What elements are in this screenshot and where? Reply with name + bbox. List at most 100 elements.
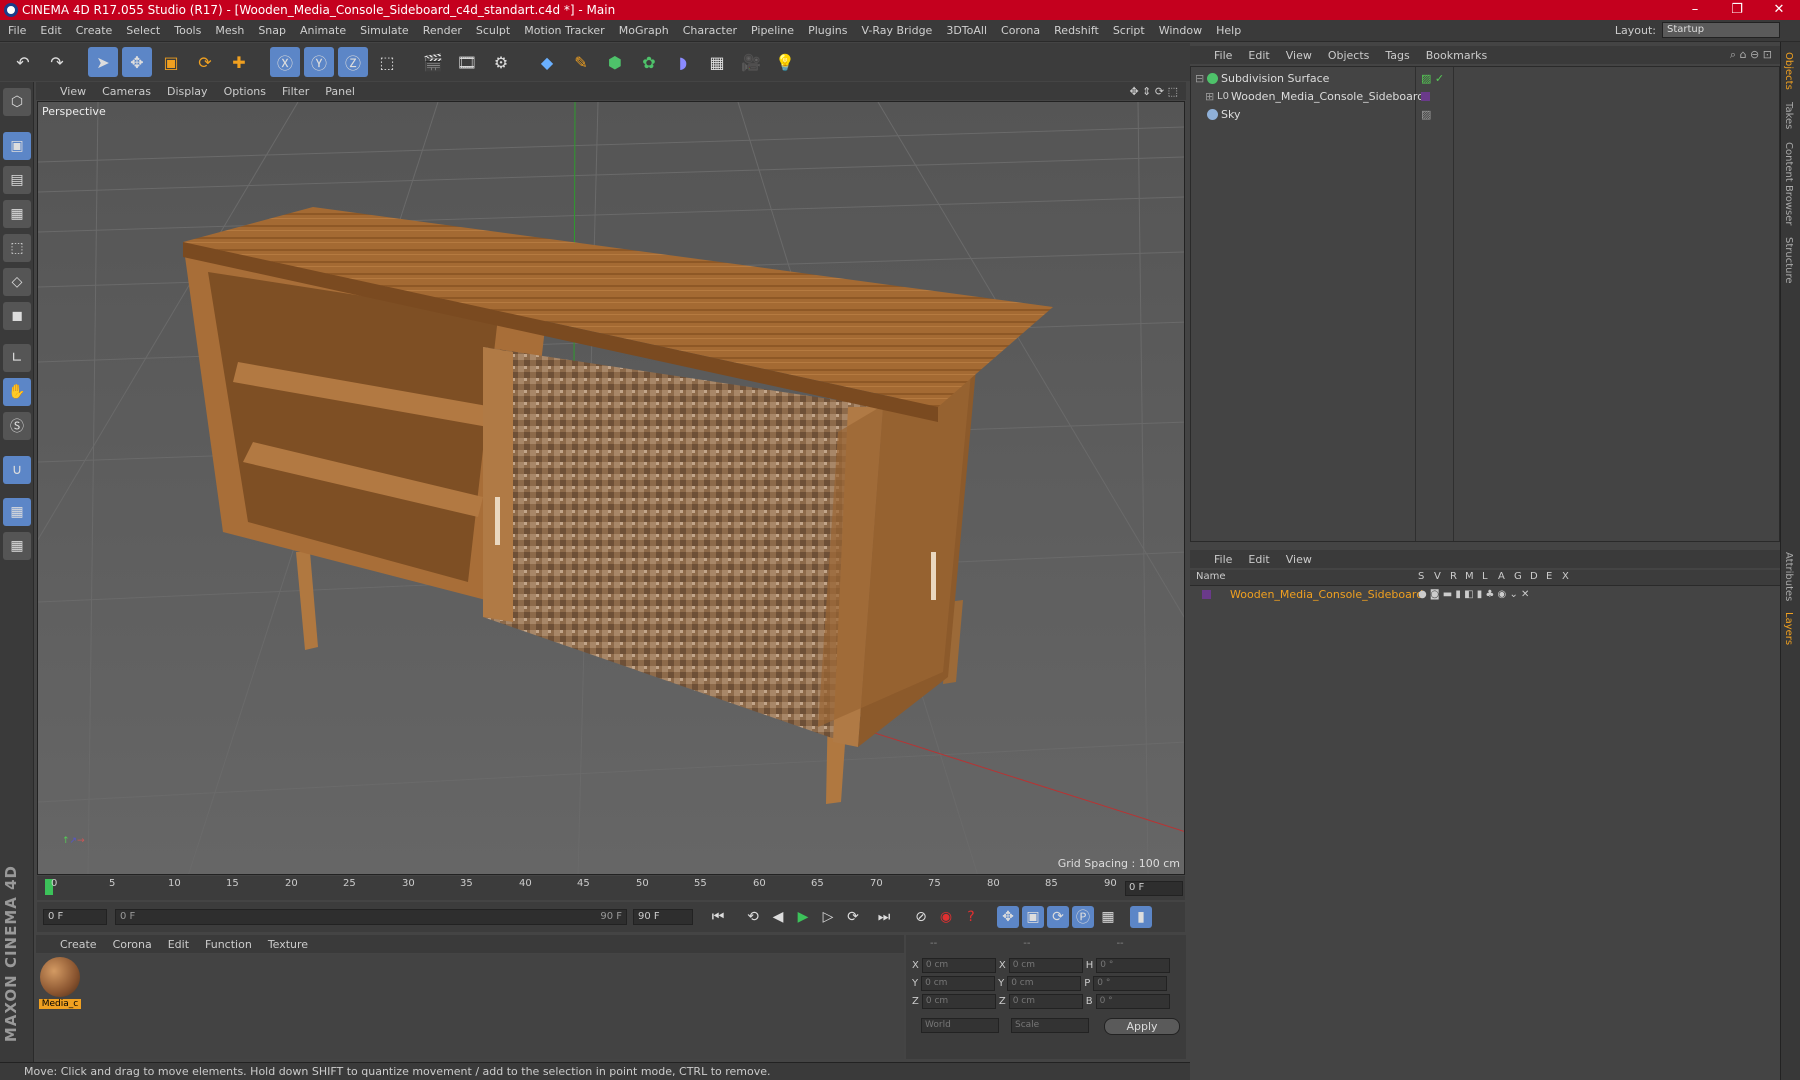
menu-mograph[interactable]: MoGraph (619, 24, 669, 37)
render-view-icon[interactable]: 🎬 (418, 47, 448, 77)
previous-key-icon[interactable]: ⟲ (742, 906, 764, 928)
object-menu-bookmarks[interactable]: Bookmarks (1426, 49, 1487, 62)
material-menu-corona[interactable]: Corona (113, 938, 152, 951)
menu-redshift[interactable]: Redshift (1054, 24, 1099, 37)
size-y-field[interactable]: 0 cm (1007, 976, 1082, 991)
scale-tool-icon[interactable]: ▣ (156, 47, 186, 77)
menu-sculpt[interactable]: Sculpt (476, 24, 510, 37)
next-frame-icon[interactable]: ▷ (817, 906, 839, 928)
key-position-icon[interactable]: ✥ (997, 906, 1019, 928)
menu-script[interactable]: Script (1113, 24, 1145, 37)
tag-icon[interactable]: ▨ (1421, 106, 1431, 123)
play-icon[interactable]: ▶ (792, 906, 814, 928)
render-picture-viewer-icon[interactable]: 🎞 (452, 47, 482, 77)
layer-menu-file[interactable]: File (1214, 553, 1232, 566)
menu-animate[interactable]: Animate (300, 24, 346, 37)
viewport-menu-options[interactable]: Options (224, 85, 266, 98)
layer-menu-edit[interactable]: Edit (1248, 553, 1269, 566)
object-menu-objects[interactable]: Objects (1328, 49, 1370, 62)
menu-tools[interactable]: Tools (174, 24, 201, 37)
rotation-p-field[interactable]: 0 ° (1093, 976, 1168, 991)
select-arrow-icon[interactable]: ➤ (88, 47, 118, 77)
edit-render-settings-icon[interactable]: ⚙ (486, 47, 516, 77)
x-axis-icon[interactable]: Ⓧ (270, 47, 300, 77)
menu-file[interactable]: File (8, 24, 26, 37)
tab-content-browser[interactable]: Content Browser (1783, 142, 1794, 225)
menu-motion-tracker[interactable]: Motion Tracker (524, 24, 604, 37)
cloner-icon[interactable]: ✿ (634, 47, 664, 77)
make-editable-icon[interactable]: ⬡ (3, 88, 31, 116)
object-row-sideboard[interactable]: ⊞ L0 Wooden_Media_Console_Sideboard (1191, 88, 1779, 105)
solo-mode-icon[interactable]: Ⓢ (3, 412, 31, 440)
object-row-sky[interactable]: Sky ▨ (1191, 106, 1779, 123)
object-menu-tags[interactable]: Tags (1385, 49, 1409, 62)
menu-create[interactable]: Create (76, 24, 113, 37)
menu-render[interactable]: Render (423, 24, 462, 37)
motion-record-icon[interactable]: ⊘ (910, 906, 932, 928)
position-z-field[interactable]: 0 cm (921, 994, 996, 1009)
record-keyframe-icon[interactable]: ◉ (935, 906, 957, 928)
texture-mode-icon[interactable]: ▤ (3, 166, 31, 194)
material-swatch[interactable]: Media_c (39, 957, 81, 1013)
menu-plugins[interactable]: Plugins (808, 24, 847, 37)
menu-pipeline[interactable]: Pipeline (751, 24, 794, 37)
viewport-menu-display[interactable]: Display (167, 85, 208, 98)
menu-3dtoall[interactable]: 3DToAll (946, 24, 987, 37)
frame-range-slider[interactable]: 0 F 90 F (115, 909, 627, 925)
key-parameter-icon[interactable]: Ⓟ (1072, 906, 1094, 928)
tab-takes[interactable]: Takes (1783, 102, 1794, 129)
key-scale-icon[interactable]: ▣ (1022, 906, 1044, 928)
tab-attributes[interactable]: Attributes (1783, 552, 1794, 601)
tab-layers[interactable]: Layers (1783, 612, 1794, 645)
rotation-b-field[interactable]: 0 ° (1095, 994, 1170, 1009)
points-mode-icon[interactable]: ⬚ (3, 234, 31, 262)
light-icon[interactable]: 💡 (770, 47, 800, 77)
layer-toggle-icons[interactable]: ● ◙ ▬ ▮ ◧ ▮ ♣ ◉ ⌄ ✕ (1418, 586, 1529, 603)
pen-spline-icon[interactable]: ✎ (566, 47, 596, 77)
rotate-tool-icon[interactable]: ⟳ (190, 47, 220, 77)
object-menu-view[interactable]: View (1286, 49, 1312, 62)
y-axis-icon[interactable]: Ⓨ (304, 47, 334, 77)
size-z-field[interactable]: 0 cm (1008, 994, 1083, 1009)
material-menu-create[interactable]: Create (60, 938, 97, 951)
menu-corona[interactable]: Corona (1001, 24, 1040, 37)
close-button[interactable]: ✕ (1758, 0, 1800, 20)
autokey-icon[interactable]: ? (960, 906, 982, 928)
position-y-field[interactable]: 0 cm (921, 976, 996, 991)
layout-select[interactable]: Startup (1662, 22, 1780, 38)
layer-color-swatch[interactable] (1202, 590, 1211, 599)
material-menu-texture[interactable]: Texture (268, 938, 308, 951)
viewport-menu-view[interactable]: View (60, 85, 86, 98)
expand-icon[interactable]: ⊞ (1205, 88, 1214, 105)
redo-icon[interactable]: ↷ (42, 47, 72, 77)
menu-simulate[interactable]: Simulate (360, 24, 409, 37)
menu-edit[interactable]: Edit (40, 24, 61, 37)
undo-icon[interactable]: ↶ (8, 47, 38, 77)
floor-icon[interactable]: ▦ (702, 47, 732, 77)
viewport-menu-panel[interactable]: Panel (325, 85, 355, 98)
object-menu-edit[interactable]: Edit (1248, 49, 1269, 62)
menu-snap[interactable]: Snap (258, 24, 286, 37)
previous-frame-icon[interactable]: ◀ (767, 906, 789, 928)
menu-select[interactable]: Select (126, 24, 160, 37)
viewport-menu-cameras[interactable]: Cameras (102, 85, 151, 98)
material-menu-function[interactable]: Function (205, 938, 252, 951)
start-frame-field[interactable]: 0 F (43, 909, 107, 925)
subdivision-surface-icon[interactable]: ⬢ (600, 47, 630, 77)
expand-icon[interactable]: ⊟ (1195, 70, 1204, 87)
polygons-mode-icon[interactable]: ◼ (3, 302, 31, 330)
timeline-window-icon[interactable]: ▮ (1130, 906, 1152, 928)
z-axis-icon[interactable]: Ⓩ (338, 47, 368, 77)
menu-window[interactable]: Window (1159, 24, 1202, 37)
workplane-lock-icon[interactable]: ▦ (3, 498, 31, 526)
menu-help[interactable]: Help (1216, 24, 1241, 37)
workplane-mode-icon[interactable]: ▦ (3, 200, 31, 228)
move-tool-icon[interactable]: ✥ (122, 47, 152, 77)
edges-mode-icon[interactable]: ◇ (3, 268, 31, 296)
menu-mesh[interactable]: Mesh (215, 24, 244, 37)
snap-magnet-icon[interactable]: ∪ (3, 456, 31, 484)
grid-snap-icon[interactable]: ▦ (3, 532, 31, 560)
position-x-field[interactable]: 0 cm (921, 958, 996, 973)
object-manager-search-icon[interactable]: ⌕ ⌂ ⊖ ⊡ (1730, 48, 1772, 62)
coord-mode-select[interactable]: World (921, 1018, 999, 1033)
